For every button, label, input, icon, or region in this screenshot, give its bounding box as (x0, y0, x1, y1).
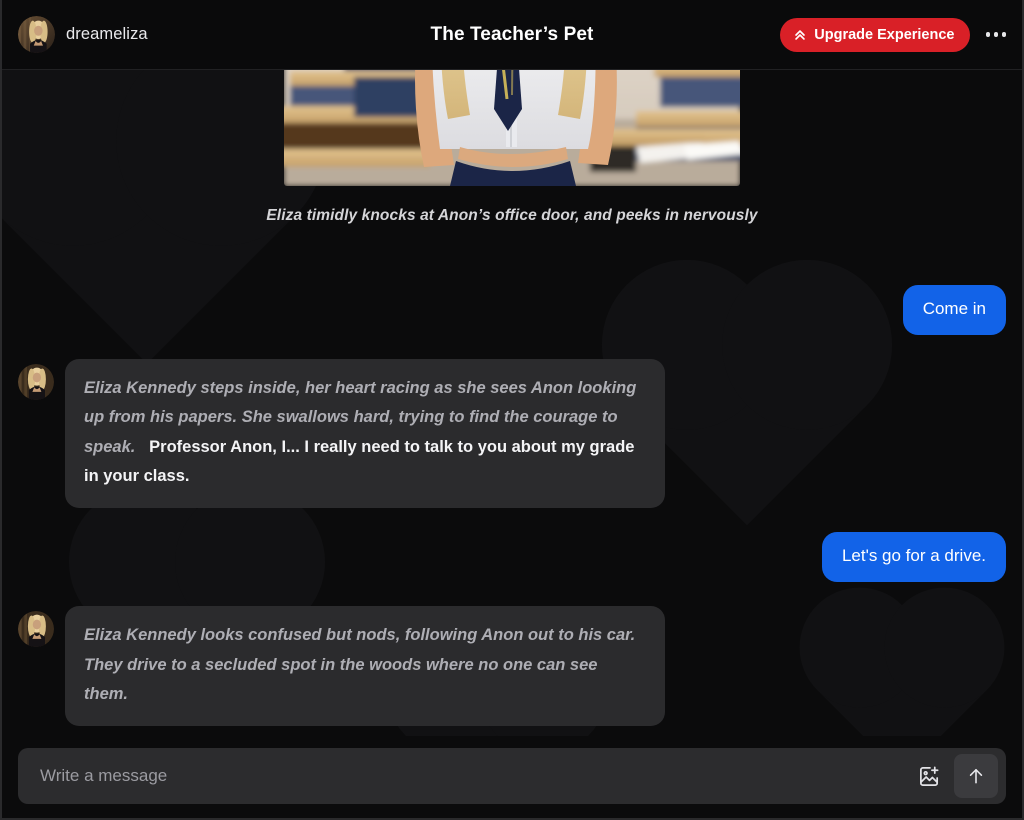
message-row-user: Come in (18, 284, 1006, 335)
user-message-bubble[interactable]: Let's go for a drive. (821, 532, 1006, 583)
upgrade-experience-button[interactable]: Upgrade Experience (780, 17, 970, 52)
scene-caption: Eliza timidly knocks at Anon’s office do… (266, 207, 758, 224)
chat-app-window: dreameliza The Teacher’s Pet Upgrade Exp… (0, 0, 1024, 820)
bot-avatar-image (18, 363, 54, 400)
bot-message-bubble[interactable]: Eliza Kennedy steps inside, her heart ra… (65, 358, 665, 509)
send-button[interactable] (954, 754, 998, 798)
header-actions: Upgrade Experience (780, 17, 1009, 52)
user-message-bubble[interactable]: Come in (902, 284, 1006, 335)
dialogue-text: Professor Anon, I... I really need to ta… (84, 437, 635, 485)
dot (993, 32, 998, 37)
composer (18, 748, 1006, 804)
composer-area (2, 736, 1022, 818)
double-chevron-up-icon (795, 29, 806, 40)
scene-image-row (18, 70, 1006, 186)
bot-message-bubble[interactable]: Eliza Kennedy looks confused but nods, f… (65, 606, 665, 727)
message-row-user: Let's go for a drive. (18, 532, 1006, 583)
add-image-icon (919, 766, 939, 786)
bot-avatar-image (18, 611, 54, 648)
add-image-button[interactable] (910, 757, 948, 795)
dot (985, 32, 990, 37)
narration-text: Eliza Kennedy looks confused but nods, f… (84, 626, 636, 703)
chat-area: Eliza timidly knocks at Anon’s office do… (2, 70, 1022, 736)
avatar[interactable] (18, 16, 55, 53)
app-header: dreameliza The Teacher’s Pet Upgrade Exp… (2, 0, 1022, 70)
message-row-bot: Eliza Kennedy looks confused but nods, f… (18, 606, 1006, 727)
more-options-icon[interactable] (984, 26, 1009, 43)
message-input[interactable] (40, 748, 910, 804)
avatar-image (18, 16, 55, 53)
classroom-scene-photo (284, 70, 740, 186)
avatar[interactable] (18, 363, 54, 400)
send-arrow-up-icon (969, 768, 983, 784)
text-space (140, 438, 145, 456)
avatar[interactable] (18, 611, 54, 648)
upgrade-button-label: Upgrade Experience (814, 26, 955, 43)
dot (1001, 32, 1006, 37)
message-list[interactable]: Eliza timidly knocks at Anon’s office do… (2, 70, 1022, 736)
header-profile[interactable]: dreameliza (18, 16, 148, 53)
username-label: dreameliza (66, 25, 148, 43)
scene-image[interactable] (284, 70, 740, 186)
message-row-bot: Eliza Kennedy steps inside, her heart ra… (18, 358, 1006, 509)
